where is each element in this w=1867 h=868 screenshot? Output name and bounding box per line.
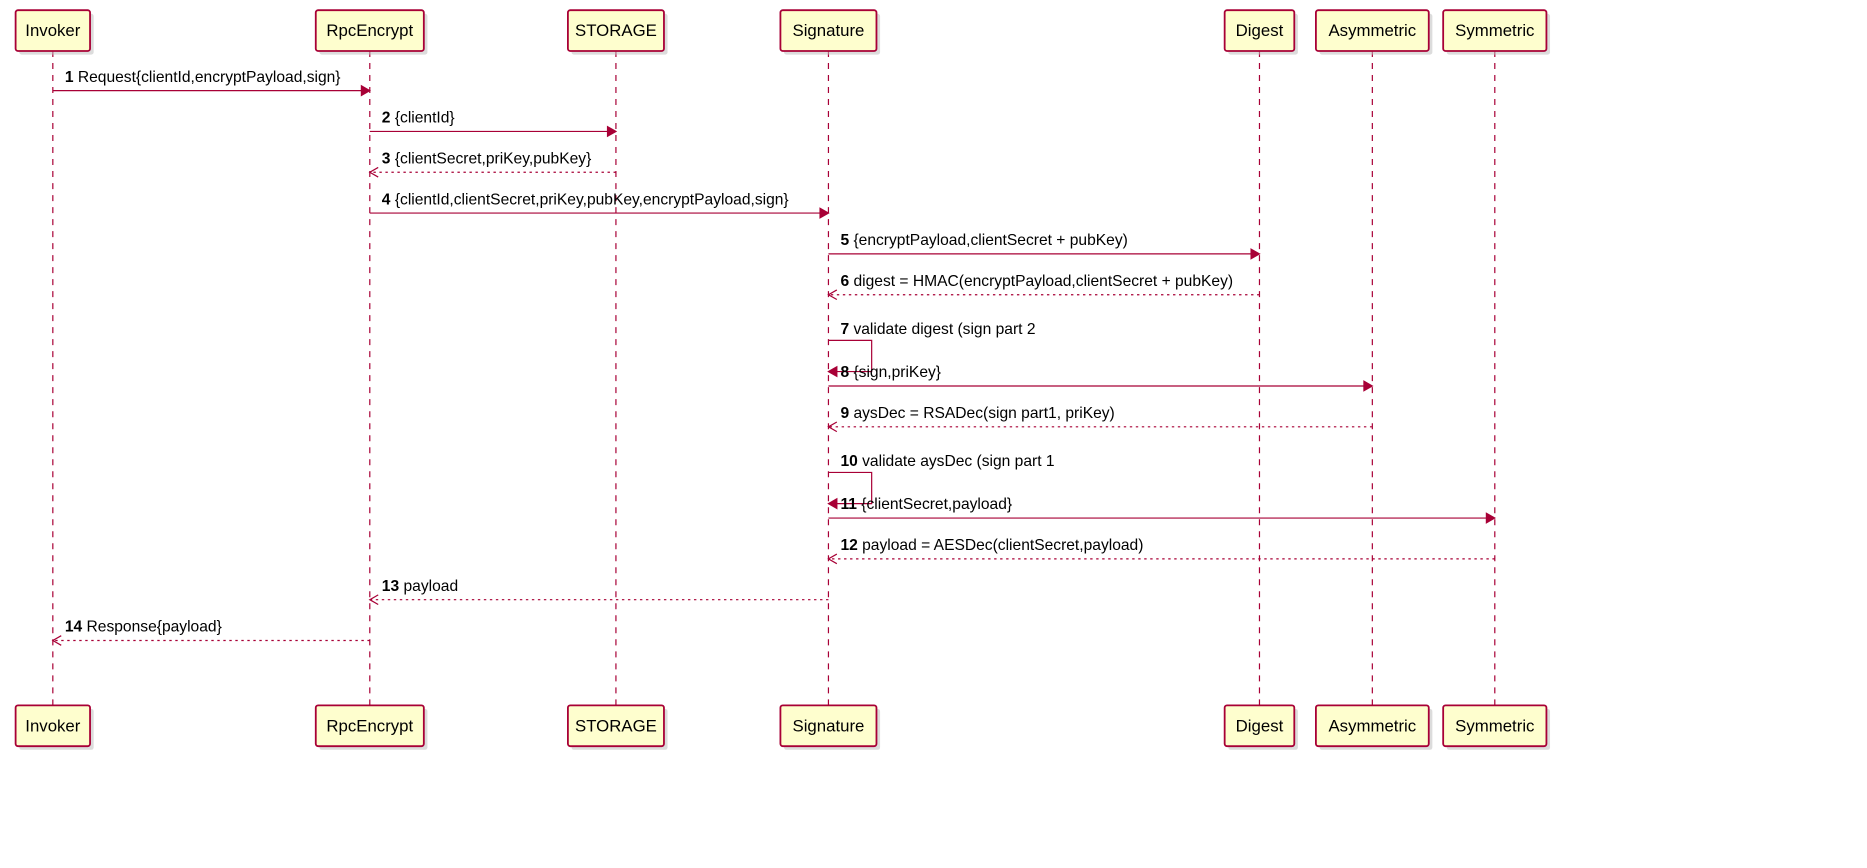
message-label-13: 13 payload xyxy=(382,578,458,595)
message-label-10: 10 validate aysDec (sign part 1 xyxy=(840,453,1054,470)
participant-label-digest-bottom: Digest xyxy=(1236,716,1284,735)
message-label-5: 5 {encryptPayload,clientSecret + pubKey) xyxy=(840,232,1127,249)
message-label-3: 3 {clientSecret,priKey,pubKey} xyxy=(382,150,592,167)
message-label-8: 8 {sign,priKey} xyxy=(840,364,941,381)
participant-label-invoker-top: Invoker xyxy=(25,21,80,40)
message-label-2: 2 {clientId} xyxy=(382,110,455,127)
participant-label-storage-top: STORAGE xyxy=(575,21,657,40)
message-label-12: 12 payload = AESDec(clientSecret,payload… xyxy=(840,537,1143,554)
message-label-14: 14 Response{payload} xyxy=(65,619,222,636)
message-label-7: 7 validate digest (sign part 2 xyxy=(840,321,1035,338)
participant-label-rpc-top: RpcEncrypt xyxy=(326,21,413,40)
participant-label-digest-top: Digest xyxy=(1236,21,1284,40)
message-label-6: 6 digest = HMAC(encryptPayload,clientSec… xyxy=(840,273,1233,290)
message-label-11: 11 {clientSecret,payload} xyxy=(840,496,1012,513)
participant-label-signature-bottom: Signature xyxy=(792,716,864,735)
message-label-1: 1 Request{clientId,encryptPayload,sign} xyxy=(65,69,341,86)
participant-label-symmetric-bottom: Symmetric xyxy=(1455,716,1534,735)
message-label-4: 4 {clientId,clientSecret,priKey,pubKey,e… xyxy=(382,191,789,208)
participant-label-symmetric-top: Symmetric xyxy=(1455,21,1534,40)
message-label-9: 9 aysDec = RSADec(sign part1, priKey) xyxy=(840,405,1114,422)
participant-label-storage-bottom: STORAGE xyxy=(575,716,657,735)
participant-label-rpc-bottom: RpcEncrypt xyxy=(326,716,413,735)
sequence-diagram: Invoker RpcEncrypt STORAGE Signature Digest A… xyxy=(0,0,1867,868)
participant-label-asymmetric-bottom: Asymmetric xyxy=(1328,716,1416,735)
participant-label-invoker-bottom: Invoker xyxy=(25,716,80,735)
participant-label-signature-top: Signature xyxy=(792,21,864,40)
participant-label-asymmetric-top: Asymmetric xyxy=(1328,21,1416,40)
